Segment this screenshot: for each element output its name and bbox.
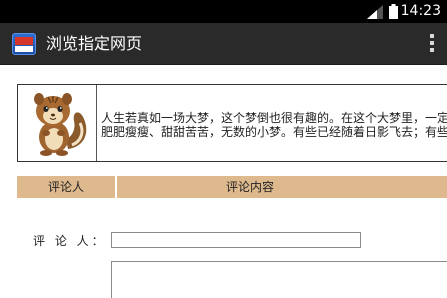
article-card: 人生若真如一场大梦，这个梦倒也很有趣的。在这个大梦里，一定还有 肥肥瘦瘦、甜甜苦… xyxy=(17,84,447,162)
comment-content-textarea[interactable] xyxy=(111,261,447,298)
battery-icon xyxy=(389,4,398,19)
squirrel-image xyxy=(34,93,87,156)
article-image-cell xyxy=(18,85,97,161)
column-header-content: 评论内容 xyxy=(225,180,274,194)
column-header-commenter: 评论人 xyxy=(17,176,117,198)
page-title: 浏览指定网页 xyxy=(46,34,143,53)
action-bar: 浏览指定网页 xyxy=(0,23,447,65)
article-text: 人生若真如一场大梦，这个梦倒也很有趣的。在这个大梦里，一定还有 肥肥瘦瘦、甜甜苦… xyxy=(101,111,447,139)
article-line: 肥肥瘦瘦、甜甜苦苦，无数的小梦。有些已经随着日影飞去；有些还 xyxy=(101,125,447,139)
status-time: 14:23 xyxy=(400,3,441,19)
app-logo-icon[interactable] xyxy=(12,33,36,55)
cell-signal-icon xyxy=(367,5,383,19)
commenter-input[interactable] xyxy=(111,232,361,248)
commenter-label: 评 论 人： xyxy=(33,234,107,248)
status-bar: 14:23 xyxy=(0,0,447,23)
article-line: 人生若真如一场大梦，这个梦倒也很有趣的。在这个大梦里，一定还有 xyxy=(101,111,447,125)
comments-table-header: 评论人 评论内容 xyxy=(17,176,447,198)
overflow-menu-icon[interactable] xyxy=(429,34,435,56)
